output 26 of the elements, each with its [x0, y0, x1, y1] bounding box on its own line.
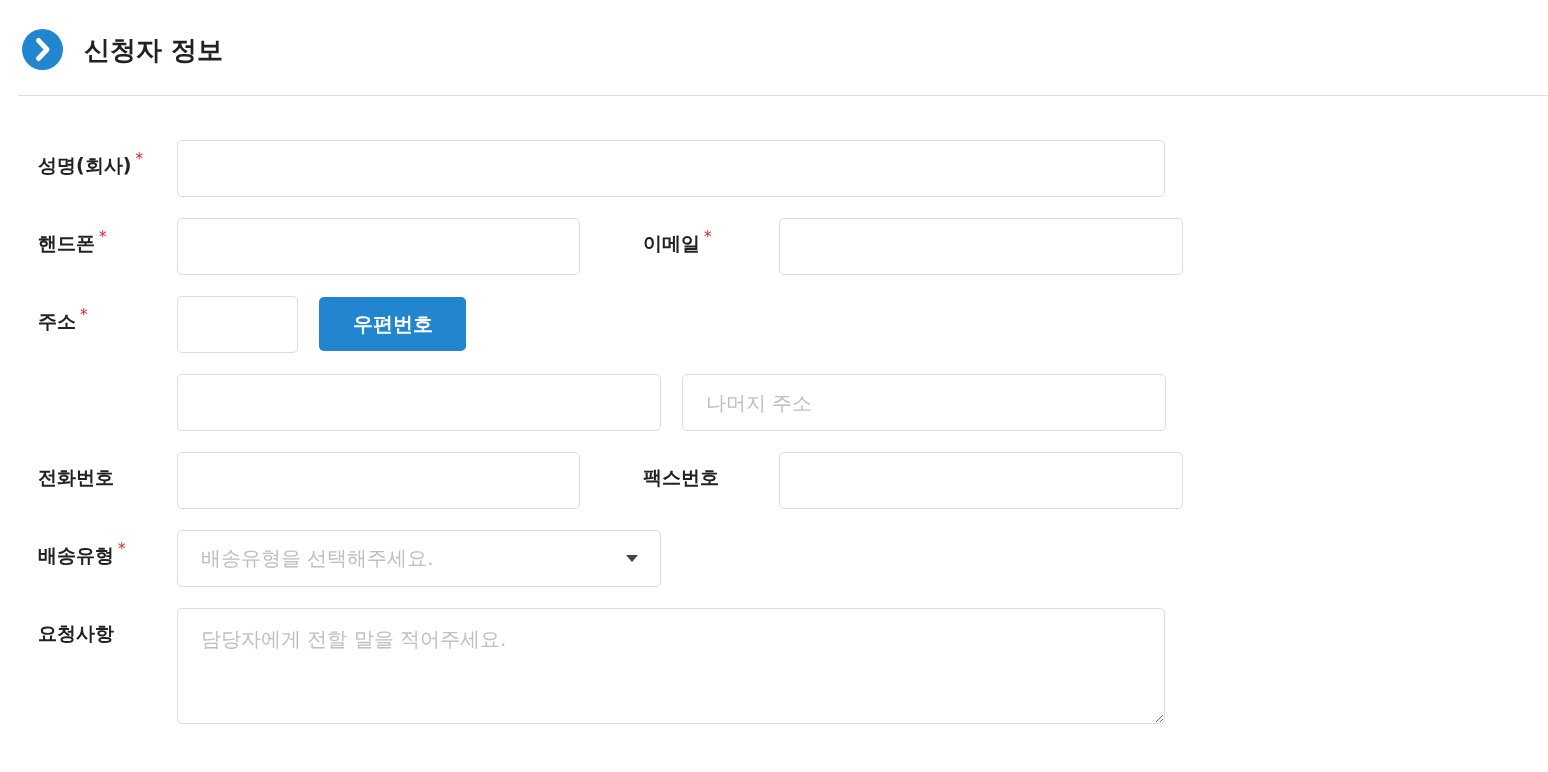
postcode-button[interactable]: 우편번호: [319, 297, 466, 351]
required-mark: *: [99, 230, 107, 245]
input-field[interactable]: [779, 218, 1183, 275]
input-field[interactable]: [177, 452, 580, 509]
required-mark: *: [80, 308, 88, 323]
input-field[interactable]: [177, 296, 298, 353]
field-label: 성명(회사): [38, 153, 132, 178]
input-field[interactable]: [779, 452, 1183, 509]
field-label: 팩스번호: [643, 465, 719, 490]
input-field[interactable]: [177, 218, 580, 275]
input-field[interactable]: [177, 140, 1165, 197]
field-label: 배송유형: [38, 543, 114, 568]
section-title: 신청자 정보: [84, 33, 224, 67]
field-label: 핸드폰: [38, 231, 95, 256]
field-label: 이메일: [643, 231, 700, 256]
input-field[interactable]: 나머지 주소: [682, 374, 1166, 431]
input-field[interactable]: [177, 374, 661, 431]
chevron-circle-icon: [22, 29, 63, 70]
required-mark: *: [704, 230, 712, 245]
field-label: 전화번호: [38, 465, 114, 490]
field-label: 요청사항: [38, 621, 114, 646]
required-mark: *: [135, 152, 143, 167]
required-mark: *: [118, 542, 126, 557]
field-label: 주소: [38, 309, 76, 334]
text-area[interactable]: 담당자에게 전할 말을 적어주세요.: [177, 608, 1165, 724]
caret-icon: [626, 555, 638, 562]
